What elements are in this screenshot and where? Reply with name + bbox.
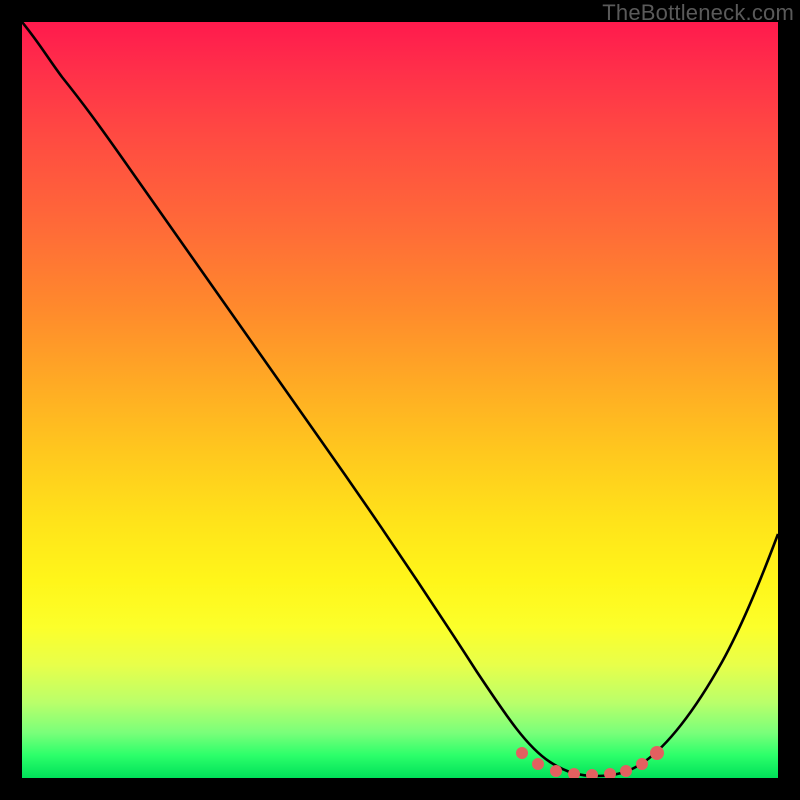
watermark-text: TheBottleneck.com xyxy=(602,0,794,26)
curve-line xyxy=(22,22,778,776)
chart-frame xyxy=(22,22,778,778)
highlight-dots xyxy=(516,746,664,778)
chart-plot xyxy=(22,22,778,778)
